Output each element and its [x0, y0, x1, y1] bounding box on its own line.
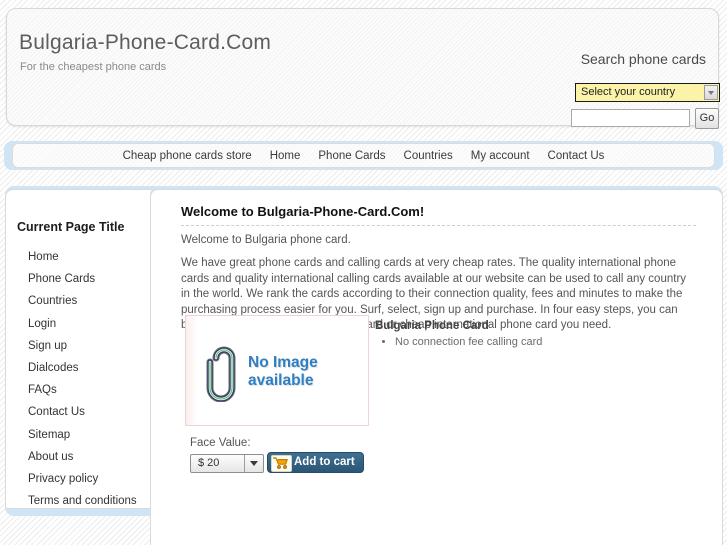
- nav-item-home[interactable]: Home: [270, 150, 301, 162]
- nav-item-cheap-phone-cards-store[interactable]: Cheap phone cards store: [123, 150, 252, 162]
- list-item: Dialcodes: [6, 357, 169, 379]
- chevron-down-icon: [704, 85, 718, 100]
- nav-item-countries[interactable]: Countries: [404, 150, 453, 162]
- sidebar-panel: Current Page Title Home Phone Cards Coun…: [5, 189, 168, 509]
- list-item: Terms and conditions: [6, 490, 169, 512]
- sidebar-item-about-us[interactable]: About us: [6, 446, 169, 468]
- list-item: No connection fee calling card: [395, 335, 542, 349]
- list-item: Phone Cards: [6, 268, 169, 290]
- nav-item-phone-cards[interactable]: Phone Cards: [318, 150, 385, 162]
- intro-text: Welcome to Bulgaria phone card.: [181, 234, 351, 246]
- sidebar-item-login[interactable]: Login: [6, 313, 169, 335]
- list-item: FAQs: [6, 379, 169, 401]
- site-tagline: For the cheapest phone cards: [20, 61, 167, 73]
- shopping-cart-icon: [271, 455, 292, 472]
- search-section-label: Search phone cards: [580, 51, 706, 67]
- list-item: About us: [6, 446, 169, 468]
- country-select[interactable]: Select your country: [575, 83, 720, 102]
- product-image-placeholder: No Image available: [185, 315, 369, 426]
- page-title: Welcome to Bulgaria-Phone-Card.Com!: [181, 204, 425, 219]
- sidebar-item-sitemap[interactable]: Sitemap: [6, 424, 169, 446]
- site-title: Bulgaria-Phone-Card.Com: [19, 31, 272, 54]
- product-name: Bulgaria Phone Card: [375, 320, 489, 332]
- nav-item-contact-us[interactable]: Contact Us: [548, 150, 605, 162]
- face-value-label: Face Value:: [190, 437, 251, 449]
- nav-item-my-account[interactable]: My account: [471, 150, 530, 162]
- list-item: Contact Us: [6, 401, 169, 423]
- sidebar-item-phone-cards[interactable]: Phone Cards: [6, 268, 169, 290]
- site-header: Bulgaria-Phone-Card.Com For the cheapest…: [6, 8, 720, 129]
- chevron-down-icon: [244, 455, 263, 472]
- list-item: Sitemap: [6, 424, 169, 446]
- sidebar-item-countries[interactable]: Countries: [6, 290, 169, 312]
- list-item: Sign up: [6, 335, 169, 357]
- main-navigation-inner: Cheap phone cards store Home Phone Cards…: [12, 143, 715, 168]
- divider: [181, 225, 696, 226]
- country-select-value: Select your country: [581, 86, 676, 98]
- sidebar-item-faqs[interactable]: FAQs: [6, 379, 169, 401]
- paperclip-icon: [206, 346, 236, 402]
- list-item: Login: [6, 313, 169, 335]
- no-image-label: No Image available: [248, 354, 318, 389]
- sidebar-item-home[interactable]: Home: [6, 246, 169, 268]
- main-navigation: Cheap phone cards store Home Phone Cards…: [4, 141, 723, 170]
- list-item: Privacy policy: [6, 468, 169, 490]
- page-root: Bulgaria-Phone-Card.Com For the cheapest…: [0, 0, 727, 545]
- add-to-cart-button[interactable]: Add to cart: [267, 452, 364, 473]
- sidebar-menu: Home Phone Cards Countries Login Sign up…: [6, 246, 169, 512]
- list-item: Home: [6, 246, 169, 268]
- sidebar-item-sign-up[interactable]: Sign up: [6, 335, 169, 357]
- sidebar-item-dialcodes[interactable]: Dialcodes: [6, 357, 169, 379]
- search-go-button[interactable]: Go: [695, 108, 719, 129]
- sidebar-title: Current Page Title: [17, 220, 125, 234]
- sidebar-item-privacy-policy[interactable]: Privacy policy: [6, 468, 169, 490]
- list-item: Countries: [6, 290, 169, 312]
- face-value-selected: $ 20: [198, 457, 220, 469]
- sidebar-item-terms-and-conditions[interactable]: Terms and conditions: [6, 490, 169, 512]
- sidebar: Current Page Title Home Phone Cards Coun…: [5, 186, 168, 516]
- search-input[interactable]: [571, 109, 690, 127]
- product-features: No connection fee calling card: [378, 335, 542, 349]
- add-to-cart-label: Add to cart: [294, 456, 355, 468]
- face-value-select[interactable]: $ 20: [190, 454, 264, 473]
- sidebar-item-contact-us[interactable]: Contact Us: [6, 401, 169, 423]
